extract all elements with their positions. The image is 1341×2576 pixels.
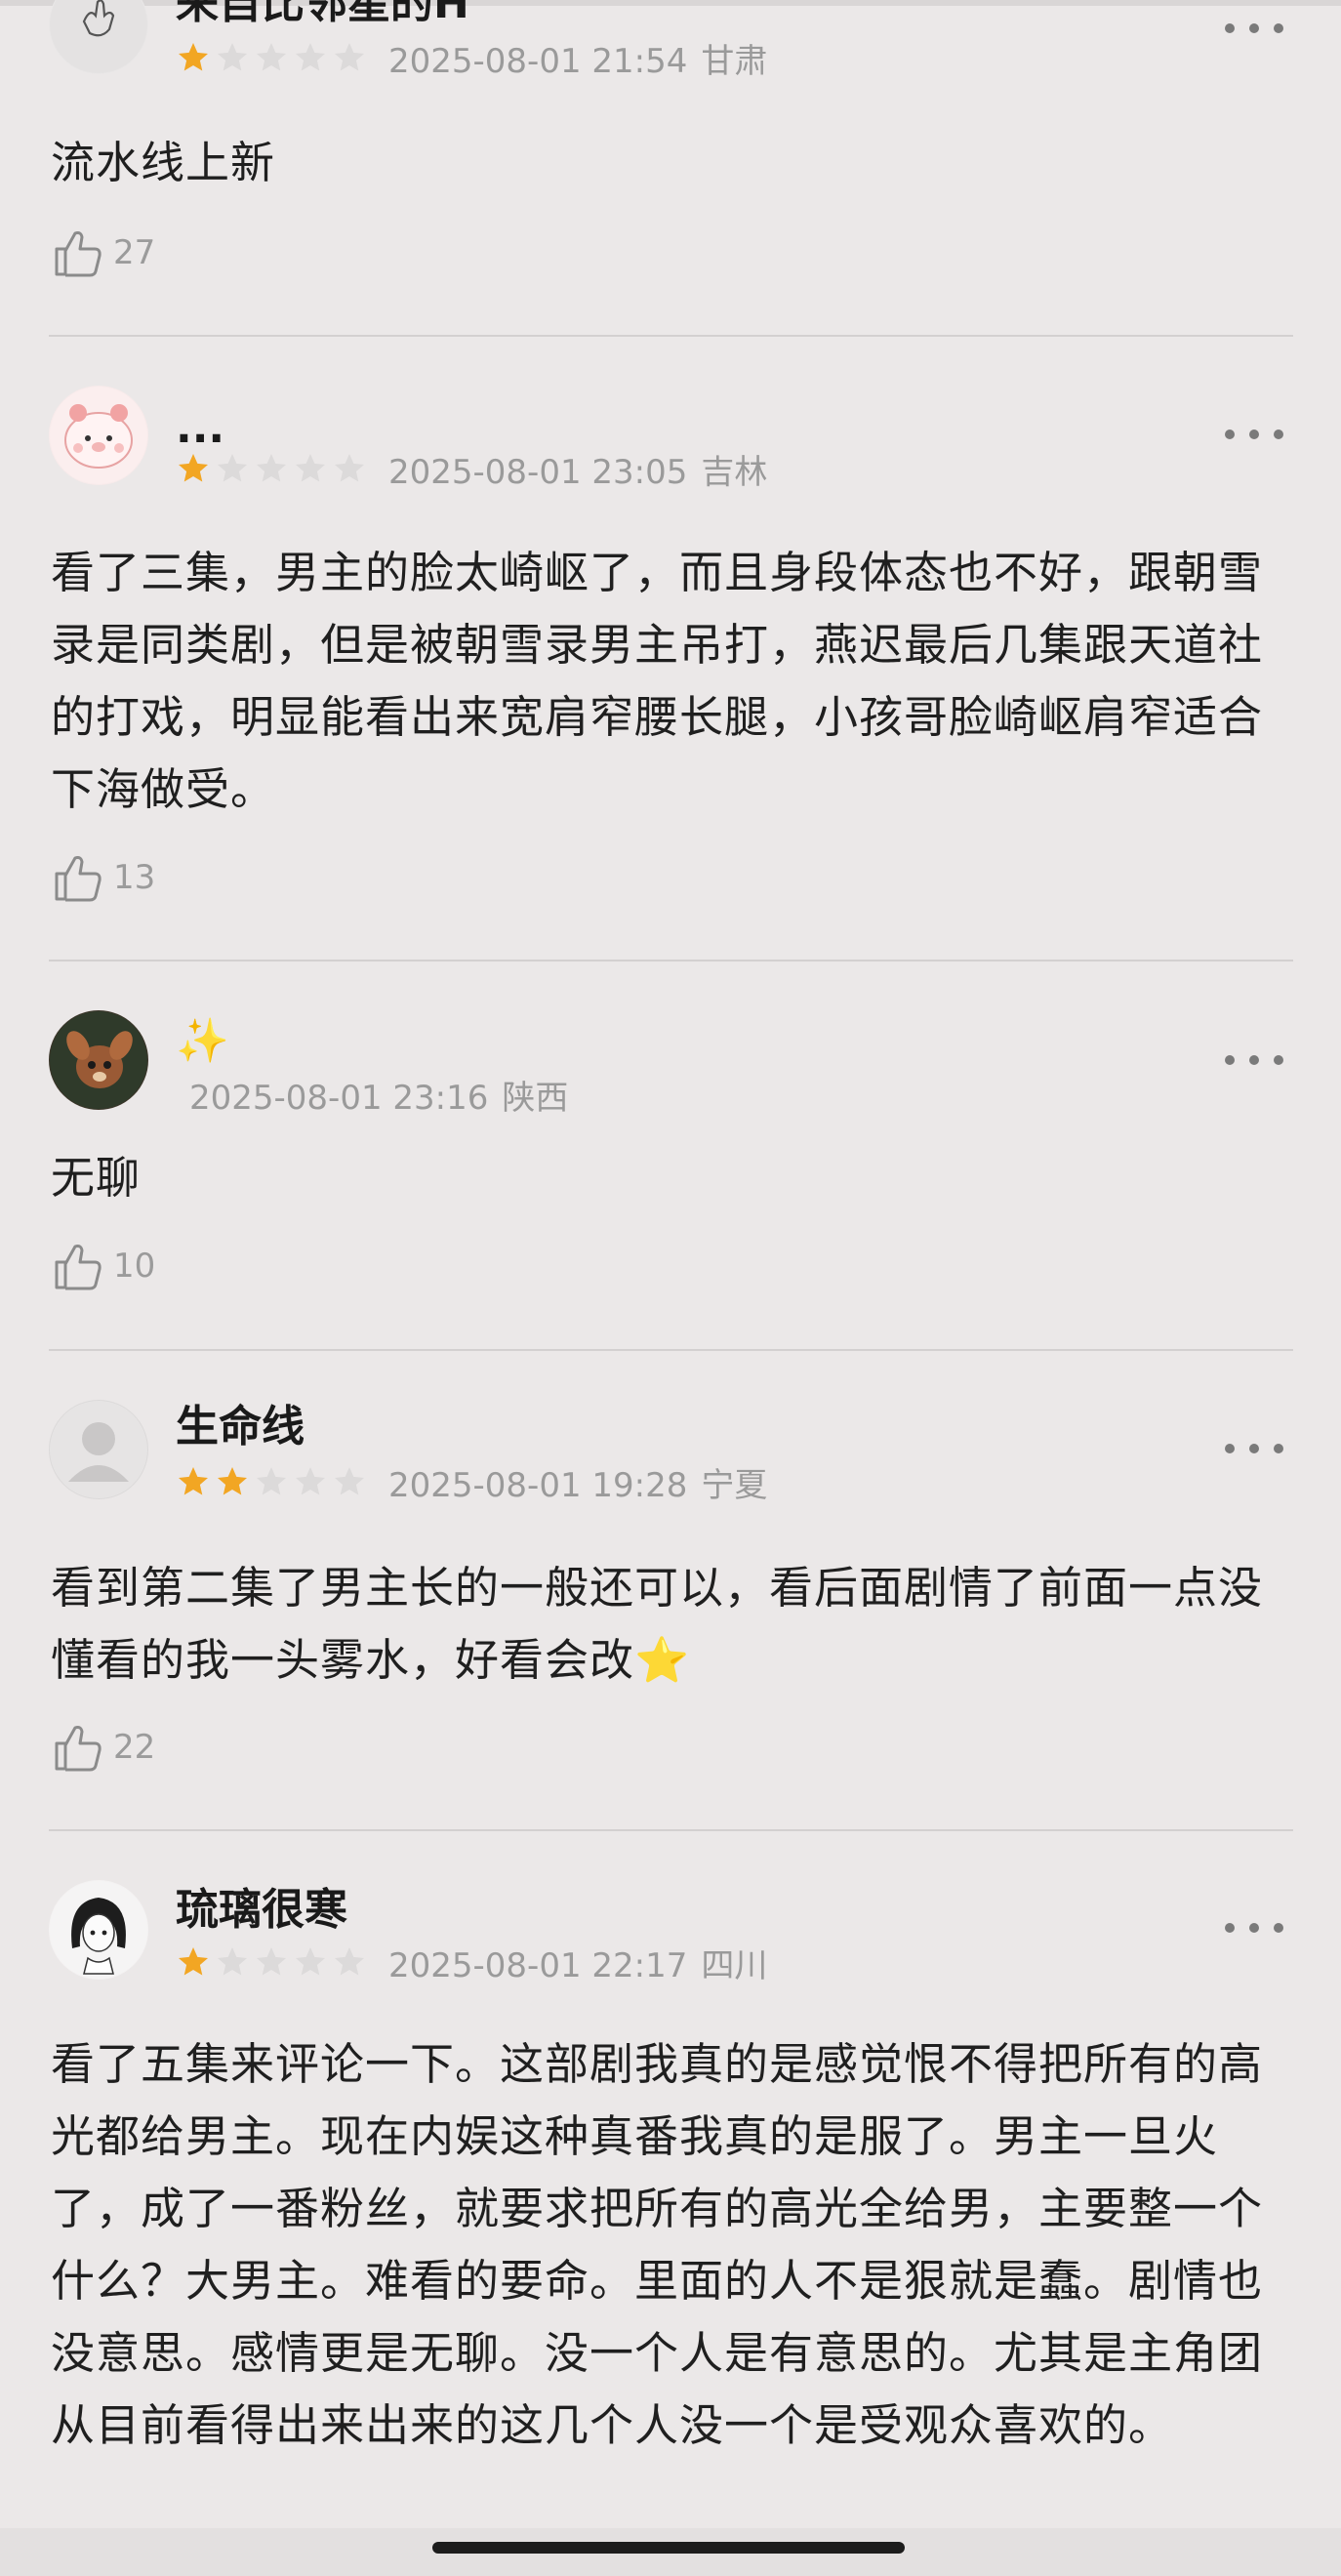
like-button[interactable]: 22	[51, 1718, 155, 1777]
star-empty-icon	[335, 1467, 364, 1495]
like-button[interactable]: 27	[51, 224, 155, 282]
anime-girl-avatar-icon[interactable]	[49, 1880, 148, 1980]
star-empty-icon	[218, 43, 247, 71]
star-empty-icon	[218, 1947, 247, 1976]
star-filled-icon	[179, 43, 208, 71]
review-item: ✨ 2025-08-01 23:16 陕西 无聊 10	[0, 961, 1341, 1352]
like-count: 13	[113, 858, 156, 897]
star-empty-icon	[296, 1467, 325, 1495]
review-content: 看了五集来评论一下。这部剧我真的是感觉恨不得把所有的高光都给男主。现在内娱这种真…	[51, 2038, 1264, 2451]
meta-row: 2025-08-01 23:16 陕西	[189, 1071, 568, 1119]
review-date: 2025-08-01 23:16	[189, 1078, 489, 1118]
review-meta: 2025-08-01 22:17 四川	[388, 1939, 767, 1986]
star-empty-icon	[335, 454, 364, 482]
username[interactable]: 来自比邻星的H	[176, 0, 469, 29]
review-meta: 2025-08-01 23:05 吉林	[388, 445, 767, 493]
hand-sketch-avatar-icon[interactable]	[49, 0, 148, 74]
more-options-icon[interactable]	[1225, 1434, 1283, 1463]
star-filled-icon	[179, 1947, 208, 1976]
star-empty-icon	[257, 43, 286, 71]
review-content: 无聊	[51, 1152, 142, 1204]
review-meta: 2025-08-01 21:54 甘肃	[388, 34, 767, 82]
star-empty-icon	[218, 454, 247, 482]
meta-row: 2025-08-01 19:28 宁夏	[176, 1458, 767, 1506]
like-count: 10	[113, 1247, 156, 1286]
more-options-icon[interactable]	[1225, 420, 1283, 449]
like-button[interactable]: 10	[51, 1237, 155, 1295]
review-content: 看到第二集了男主长的一般还可以，看后面剧情了前面一点没懂看的我一头雾水，好看会改…	[51, 1562, 1264, 1686]
thumbs-up-icon	[55, 1245, 102, 1290]
star-empty-icon	[257, 454, 286, 482]
star-filled-icon	[179, 1467, 208, 1495]
thumbs-up-icon	[55, 1726, 102, 1772]
username[interactable]: ✨	[176, 1016, 229, 1067]
star-empty-icon	[296, 1947, 325, 1976]
thumbs-up-icon	[55, 231, 102, 277]
meta-row: 2025-08-01 22:17 四川	[176, 1939, 767, 1986]
review-location: 四川	[701, 1945, 768, 1985]
star-filled-icon	[179, 454, 208, 482]
more-options-icon[interactable]	[1225, 14, 1283, 43]
meta-row: 2025-08-01 23:05 吉林	[176, 445, 767, 493]
review-item: 生命线 2025-08-01 19:28 宁夏 看到第二集了男主长的一般还可以，看…	[0, 1351, 1341, 1831]
review-item: 来自比邻星的H 2025-08-01 21:54 甘肃 流水线上新 27	[0, 0, 1341, 337]
star-rating	[176, 40, 367, 75]
review-content: 看了三集，男主的脸太崎岖了，而且身段体态也不好，跟朝雪录是同类剧，但是被朝雪录男…	[51, 547, 1264, 815]
review-location: 陕西	[502, 1078, 569, 1118]
review-item: ... 2025-08-01 23:05 吉林 看了三集，男主的脸太崎岖了，而且身…	[0, 337, 1341, 961]
review-item: 琉璃很寒 2025-08-01 22:17 四川 看了五集来评论一下。这部剧我真的…	[0, 1831, 1341, 2534]
review-date: 2025-08-01 21:54	[388, 41, 688, 81]
star-rating	[176, 1944, 367, 1980]
thumbs-up-icon	[55, 856, 102, 902]
star-empty-icon	[335, 1947, 364, 1976]
username[interactable]: 生命线	[176, 1402, 305, 1452]
star-empty-icon	[296, 43, 325, 71]
star-empty-icon	[257, 1947, 286, 1976]
username[interactable]: 琉璃很寒	[176, 1885, 347, 1936]
default-user-avatar-icon[interactable]	[49, 1400, 148, 1499]
star-filled-icon	[218, 1467, 247, 1495]
review-date: 2025-08-01 23:05	[388, 452, 688, 492]
more-options-icon[interactable]	[1225, 1913, 1283, 1942]
review-date: 2025-08-01 19:28	[388, 1465, 688, 1505]
review-meta: 2025-08-01 23:16 陕西	[189, 1071, 568, 1119]
pink-pig-avatar-icon[interactable]	[49, 386, 148, 485]
like-count: 22	[113, 1728, 156, 1767]
review-date: 2025-08-01 22:17	[388, 1945, 688, 1985]
home-indicator[interactable]	[432, 2542, 905, 2554]
star-empty-icon	[257, 1467, 286, 1495]
star-rating	[176, 451, 367, 486]
review-location: 吉林	[701, 452, 768, 492]
star-empty-icon	[335, 43, 364, 71]
star-empty-icon	[296, 454, 325, 482]
star-rating	[176, 1464, 367, 1499]
more-options-icon[interactable]	[1225, 1045, 1283, 1075]
review-meta: 2025-08-01 19:28 宁夏	[388, 1458, 767, 1506]
meta-row: 2025-08-01 21:54 甘肃	[176, 34, 767, 82]
review-content: 流水线上新	[51, 137, 276, 188]
fawn-avatar-icon[interactable]	[49, 1010, 148, 1110]
review-location: 甘肃	[701, 41, 768, 81]
review-location: 宁夏	[701, 1465, 768, 1505]
like-button[interactable]: 13	[51, 848, 155, 907]
like-count: 27	[113, 233, 156, 272]
